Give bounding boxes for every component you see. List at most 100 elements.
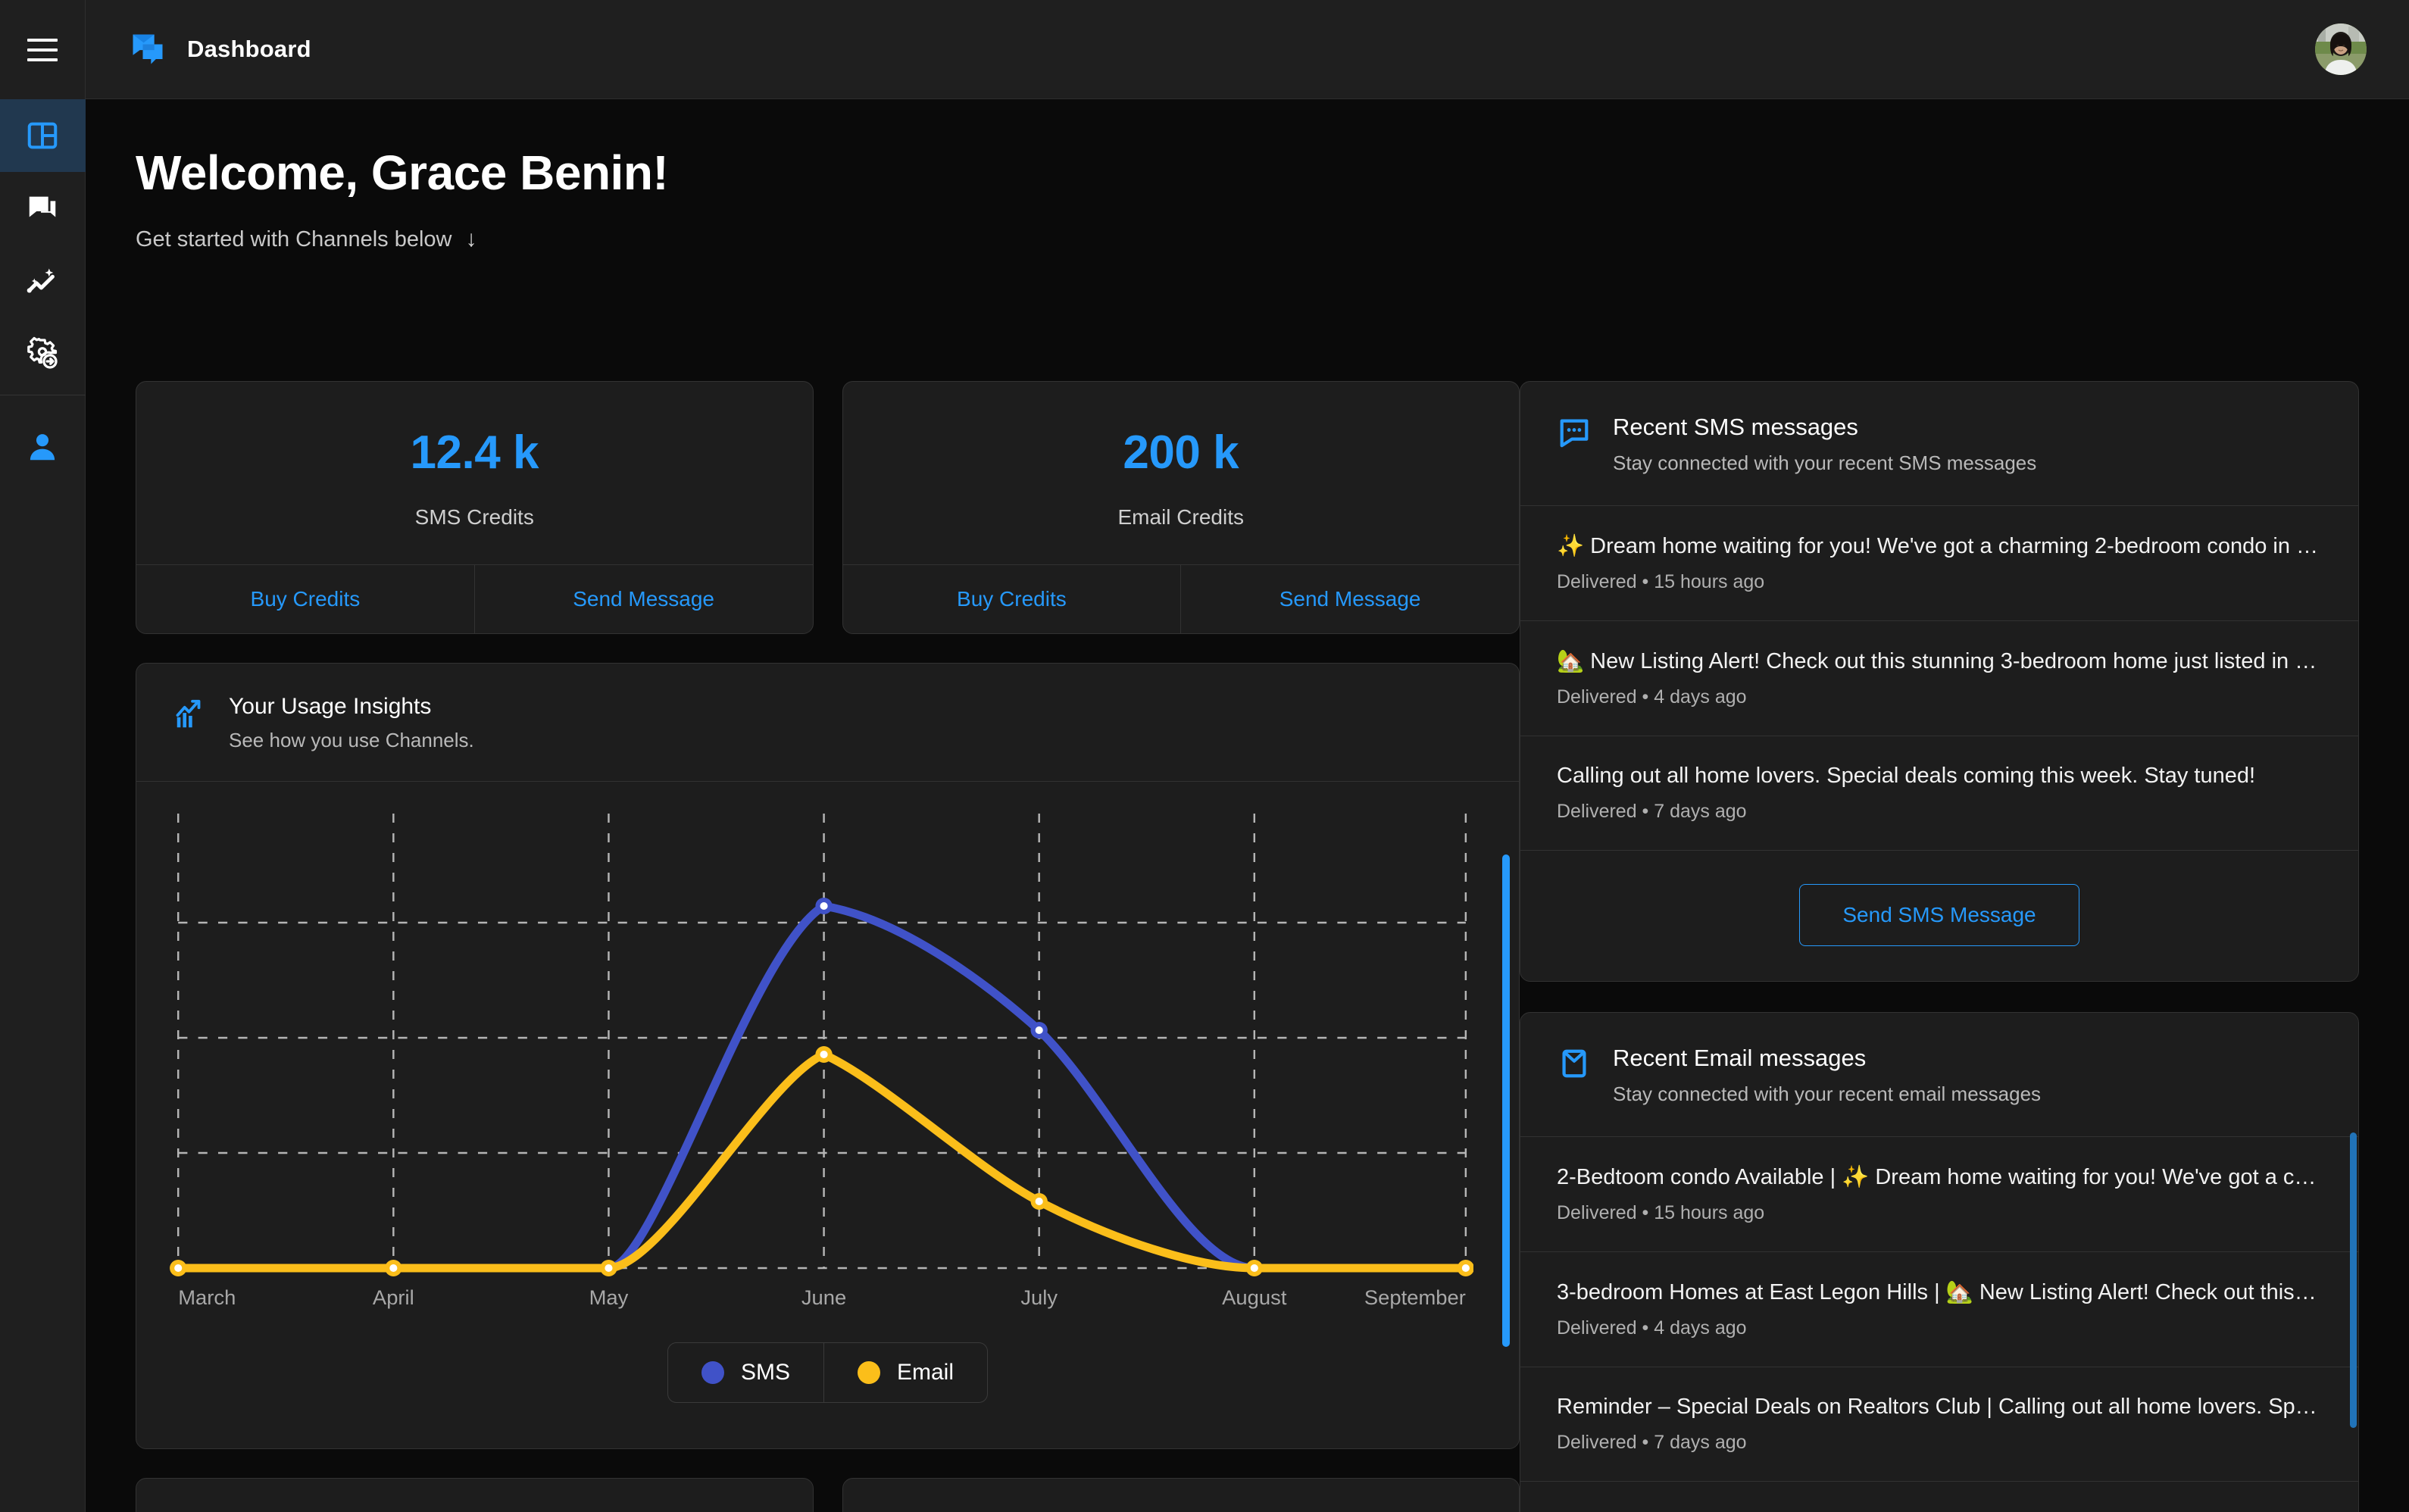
chart-x-tick: May	[589, 1286, 629, 1309]
email-panel-scrollbar[interactable]	[2350, 1132, 2357, 1428]
recent-email-panel: Recent Email messages Stay connected wit…	[1520, 1012, 2359, 1512]
chart-x-tick: April	[373, 1286, 414, 1309]
chart-scrollbar[interactable]	[1502, 854, 1510, 1347]
hero-subtitle-row: Get started with Channels below ↓	[136, 226, 2409, 252]
sms-credits-actions: Buy Credits Send Message	[136, 564, 813, 633]
recent-sms-footer: Send SMS Message	[1520, 851, 2358, 981]
hamburger-menu-icon	[27, 38, 58, 61]
sms-message-meta: Delivered • 7 days ago	[1557, 801, 1747, 822]
recent-email-header: Recent Email messages Stay connected wit…	[1520, 1013, 2358, 1137]
email-credits-value: 200 k	[1123, 426, 1239, 479]
sms-message-text: Calling out all home lovers. Special dea…	[1557, 764, 2256, 788]
top-bar: Dashboard	[86, 0, 2409, 99]
email-credits-actions: Buy Credits Send Message	[842, 564, 1519, 633]
list-item[interactable]: Reminder – Special Deals on Realtors Clu…	[1520, 1367, 2358, 1482]
legend-dot-sms	[701, 1361, 724, 1384]
person-icon	[30, 434, 55, 461]
chart-x-tick: June	[801, 1286, 846, 1309]
list-item[interactable]: Calling out all home lovers. Special dea…	[1520, 736, 2358, 851]
email-credits-card: 200 k Email Credits Buy Credits Send Mes…	[842, 381, 1520, 634]
chart-vertical-gridlines	[177, 814, 1467, 1268]
recent-sms-panel: Recent SMS messages Stay connected with …	[1520, 381, 2359, 982]
email-message-text: 3-bedroom Homes at East Legon Hills | 🏡 …	[1557, 1280, 2322, 1304]
channels-credits-inner: Channels Credits Buy some credits to sen…	[136, 1479, 813, 1512]
right-column: Recent SMS messages Stay connected with …	[1520, 381, 2409, 1512]
usage-chart-region: March April May June July August Septemb…	[136, 782, 1519, 1448]
legend-item-sms[interactable]: SMS	[668, 1343, 824, 1402]
legend-item-email[interactable]: Email	[824, 1343, 987, 1402]
recent-sms-header: Recent SMS messages Stay connected with …	[1520, 382, 2358, 506]
sidebar-item-messages[interactable]	[0, 172, 86, 245]
list-item[interactable]: 3-bedroom Homes at East Legon Hills | 🏡 …	[1520, 1252, 2358, 1367]
list-item[interactable]: 2-Bedtoom condo Available | ✨ Dream home…	[1520, 1137, 2358, 1252]
sms-credits-value: 12.4 k	[410, 426, 539, 479]
chart-markers-email	[170, 1046, 1473, 1276]
usage-insights-text: Your Usage Insights See how you use Chan…	[229, 694, 474, 752]
chart-series-email	[173, 1050, 1470, 1273]
credit-cards-row: 12.4 k SMS Credits Buy Credits Send Mess…	[136, 381, 1520, 634]
channels-credits-title: Channels Credits	[229, 1509, 551, 1512]
channels-subscriptions-inner: Channels Subscriptions Manage your chann…	[843, 1479, 1520, 1512]
sidebar-item-account[interactable]	[0, 411, 86, 483]
channels-credits-text: Channels Credits Buy some credits to sen…	[229, 1509, 551, 1512]
email-message-meta: Delivered • 15 hours ago	[1557, 1202, 1765, 1223]
left-column: 12.4 k SMS Credits Buy Credits Send Mess…	[86, 381, 1520, 1512]
sms-credits-body: 12.4 k SMS Credits	[136, 382, 813, 564]
arrow-down-icon: ↓	[465, 226, 477, 251]
sms-message-meta: Delivered • 4 days ago	[1557, 686, 1747, 708]
sidebar-item-dashboard[interactable]	[0, 99, 86, 172]
hero-subtitle: Get started with Channels below	[136, 226, 452, 251]
channels-subscriptions-title: Channels Subscriptions	[936, 1509, 1261, 1512]
envelope-icon	[1562, 1049, 1586, 1078]
sms-message-text: ✨ Dream home waiting for you! We've got …	[1557, 534, 2322, 558]
legend-label-email: Email	[897, 1360, 955, 1385]
chart-markers-sms	[815, 898, 1048, 1039]
chart-x-tick: March	[178, 1286, 236, 1309]
sms-credits-card: 12.4 k SMS Credits Buy Credits Send Mess…	[136, 381, 814, 634]
chart-x-tick: August	[1222, 1286, 1287, 1309]
email-credits-body: 200 k Email Credits	[843, 382, 1520, 564]
channels-subscriptions-tile[interactable]: Channels Subscriptions Manage your chann…	[842, 1478, 1520, 1512]
sidebar-item-insights[interactable]	[0, 245, 86, 317]
welcome-heading: Welcome, Grace Benin!	[136, 145, 669, 200]
sidebar-item-settings[interactable]	[0, 317, 86, 390]
avatar[interactable]	[2315, 23, 2367, 75]
email-message-meta: Delivered • 7 days ago	[1557, 1432, 1747, 1453]
chart-series-sms	[173, 901, 1470, 1273]
sms-message-meta: Delivered • 15 hours ago	[1557, 571, 1765, 592]
legend-label-sms: SMS	[740, 1360, 790, 1385]
email-buy-credits-button[interactable]: Buy Credits	[843, 565, 1182, 633]
chat-bubbles-icon	[29, 196, 56, 217]
email-credits-label: Email Credits	[1117, 505, 1244, 529]
list-item[interactable]: 🏡 New Listing Alert! Check out this stun…	[1520, 621, 2358, 736]
email-message-text: Reminder – Special Deals on Realtors Clu…	[1557, 1395, 2322, 1419]
bar-chart-trend-icon	[176, 699, 201, 728]
chart-legend-box: SMS Email	[667, 1342, 989, 1403]
channels-credits-tile[interactable]: Channels Credits Buy some credits to sen…	[136, 1478, 814, 1512]
brand[interactable]: Dashboard	[128, 30, 311, 69]
sms-buy-credits-button[interactable]: Buy Credits	[136, 565, 475, 633]
list-item[interactable]: Send another email after updates	[1520, 1482, 2358, 1512]
list-item[interactable]: ✨ Dream home waiting for you! We've got …	[1520, 506, 2358, 621]
user-avatar	[2315, 23, 2367, 75]
chart-x-tick: September	[1364, 1286, 1466, 1309]
bottom-tiles-row: Channels Credits Buy some credits to sen…	[136, 1478, 1520, 1512]
email-message-meta: Delivered • 4 days ago	[1557, 1317, 1747, 1339]
recent-sms-title: Recent SMS messages	[1613, 414, 1858, 440]
recent-sms-subtitle: Stay connected with your recent SMS mess…	[1613, 451, 2037, 474]
sms-credits-label: SMS Credits	[414, 505, 534, 529]
recent-email-subtitle: Stay connected with your recent email me…	[1613, 1082, 2042, 1105]
email-send-message-button[interactable]: Send Message	[1181, 565, 1519, 633]
hamburger-menu-button[interactable]	[0, 0, 86, 99]
gear-arrow-icon	[27, 336, 58, 369]
channels-subscriptions-text: Channels Subscriptions Manage your chann…	[936, 1509, 1261, 1512]
usage-insights-card: Your Usage Insights See how you use Chan…	[136, 663, 1520, 1449]
usage-insights-title: Your Usage Insights	[229, 694, 432, 719]
hero-section: Welcome, Grace Benin! Get started with C…	[86, 99, 2409, 252]
sms-send-message-button[interactable]: Send Message	[475, 565, 813, 633]
recent-email-header-text: Recent Email messages Stay connected wit…	[1613, 1045, 2041, 1106]
email-message-text: Send another email after updates	[1557, 1509, 2322, 1512]
send-sms-message-button[interactable]: Send SMS Message	[1799, 884, 2079, 946]
recent-email-title: Recent Email messages	[1613, 1045, 1867, 1071]
mail-chat-logo-icon	[133, 34, 163, 64]
